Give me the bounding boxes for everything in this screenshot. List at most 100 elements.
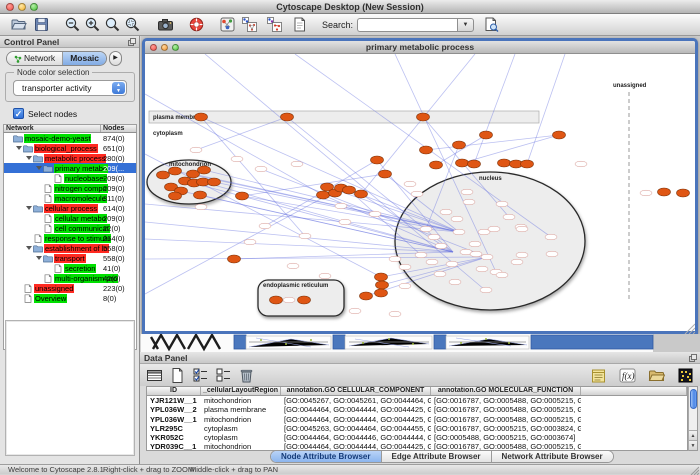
network-node[interactable] bbox=[157, 171, 170, 179]
network-node-label[interactable] bbox=[339, 219, 351, 225]
table-row[interactable]: YPL036W__1mitochondrion[GO:0044464, GO:0… bbox=[147, 415, 687, 424]
import-table-icon[interactable] bbox=[648, 367, 665, 384]
network-node[interactable] bbox=[169, 192, 182, 200]
tree-column-network[interactable]: Network bbox=[4, 125, 101, 132]
table-row[interactable]: YKR052Ccytoplasm[GO:0044464, GO:0044446,… bbox=[147, 433, 687, 442]
network-node-label[interactable] bbox=[488, 226, 500, 232]
network-node-label[interactable] bbox=[399, 264, 411, 270]
network-node[interactable] bbox=[456, 159, 469, 167]
network-node[interactable] bbox=[420, 146, 433, 154]
tab-network[interactable]: Network bbox=[7, 52, 62, 65]
network-node-label[interactable] bbox=[287, 263, 299, 269]
network-node-label[interactable] bbox=[435, 243, 447, 249]
network-node-label[interactable] bbox=[546, 251, 558, 257]
network-node[interactable] bbox=[375, 273, 388, 281]
select-nodes-checkbox[interactable]: ✓ bbox=[13, 108, 24, 119]
zoom-out-icon[interactable] bbox=[64, 16, 81, 33]
background-network-windows[interactable] bbox=[141, 334, 700, 352]
function-builder-icon[interactable]: f(x) bbox=[619, 367, 636, 384]
help-lifering-icon[interactable] bbox=[188, 16, 205, 33]
network-node[interactable] bbox=[480, 131, 493, 139]
network-canvas[interactable]: plasma membranecytoplasmmitochondrionnuc… bbox=[145, 54, 695, 334]
snapshot-camera-icon[interactable] bbox=[157, 16, 174, 33]
scroll-up-icon[interactable]: ▲ bbox=[689, 430, 697, 440]
tree-row[interactable]: cell communicat22(0) bbox=[4, 223, 136, 233]
network-node[interactable] bbox=[658, 188, 671, 196]
network-node[interactable] bbox=[468, 160, 481, 168]
node-color-dropdown[interactable]: transporter activity ▲▼ bbox=[13, 80, 127, 96]
tab-mosaic[interactable]: Mosaic bbox=[62, 52, 106, 65]
tree-row[interactable]: biological_process651(0) bbox=[4, 143, 136, 153]
table-row[interactable]: YPL036W__2plasma membrane[GO:0044464, GO… bbox=[147, 405, 687, 414]
network-node[interactable] bbox=[169, 167, 182, 175]
network-node[interactable] bbox=[270, 296, 283, 304]
network-node[interactable] bbox=[195, 113, 208, 121]
network-node[interactable] bbox=[360, 292, 373, 300]
network-node[interactable] bbox=[677, 189, 690, 197]
network-node-label[interactable] bbox=[470, 251, 482, 257]
tree-row[interactable]: Overview8(0) bbox=[4, 293, 136, 303]
network-node-label[interactable] bbox=[496, 272, 508, 278]
network-node[interactable] bbox=[417, 113, 430, 121]
table-column-header[interactable]: annotation.GO MOLECULAR_FUNCTION bbox=[431, 387, 581, 395]
zoom-selected-icon[interactable] bbox=[124, 16, 141, 33]
network-node-label[interactable] bbox=[640, 190, 652, 196]
tree-row[interactable]: macromolecule311(0) bbox=[4, 193, 136, 203]
network-view-window[interactable]: primary metabolic process plasma membran… bbox=[142, 38, 698, 334]
edge-attribute-icon[interactable] bbox=[266, 16, 283, 33]
disclosure-triangle-icon[interactable] bbox=[26, 206, 32, 210]
disclosure-triangle-icon[interactable] bbox=[26, 156, 32, 160]
network-node-label[interactable] bbox=[434, 271, 446, 277]
network-node-label[interactable] bbox=[451, 216, 463, 222]
network-node-label[interactable] bbox=[426, 259, 438, 265]
tree-row[interactable]: response to stimulu264(0) bbox=[4, 233, 136, 243]
tree-row[interactable]: transport558(0) bbox=[4, 253, 136, 263]
matrix-icon[interactable] bbox=[677, 367, 694, 384]
tree-row[interactable]: metabolic process280(0) bbox=[4, 153, 136, 163]
network-node-label[interactable] bbox=[291, 161, 303, 167]
network-node-label[interactable] bbox=[453, 229, 465, 235]
network-node[interactable] bbox=[198, 166, 211, 174]
network-node-label[interactable] bbox=[480, 287, 492, 293]
attribute-select-icon[interactable] bbox=[146, 367, 163, 384]
network-node-label[interactable] bbox=[481, 254, 493, 260]
network-node-label[interactable] bbox=[463, 199, 475, 205]
network-node-label[interactable] bbox=[404, 181, 416, 187]
network-node-label[interactable] bbox=[244, 239, 256, 245]
network-node-label[interactable] bbox=[389, 256, 401, 262]
scrollbar-thumb[interactable] bbox=[690, 389, 697, 409]
select-all-attributes-icon[interactable] bbox=[192, 367, 209, 384]
network-node-label[interactable] bbox=[503, 214, 515, 220]
enhanced-search-icon[interactable] bbox=[483, 16, 500, 33]
network-node-label[interactable] bbox=[415, 252, 427, 258]
search-input[interactable] bbox=[357, 18, 457, 32]
network-node[interactable] bbox=[236, 192, 249, 200]
tab-node-attribute-browser[interactable]: Node Attribute Browser bbox=[271, 451, 381, 462]
tree-row[interactable]: mosaic-demo-yeast874(0) bbox=[4, 133, 136, 143]
network-node[interactable] bbox=[281, 113, 294, 121]
network-node-label[interactable] bbox=[476, 266, 488, 272]
save-session-icon[interactable] bbox=[33, 16, 50, 33]
window-titlebar[interactable]: Cytoscape Desktop (New Session) bbox=[0, 0, 700, 14]
table-column-header[interactable]: annotation.GO CELLULAR_COMPONENT bbox=[281, 387, 431, 395]
vizmapper-icon[interactable] bbox=[219, 16, 236, 33]
disclosure-triangle-icon[interactable] bbox=[26, 246, 32, 250]
tree-row[interactable]: cellular metabo209(0) bbox=[4, 213, 136, 223]
network-window-titlebar[interactable]: primary metabolic process bbox=[145, 41, 695, 54]
network-node-label[interactable] bbox=[259, 223, 271, 229]
network-node[interactable] bbox=[298, 296, 311, 304]
network-node-label[interactable] bbox=[449, 279, 461, 285]
network-node[interactable] bbox=[553, 131, 566, 139]
tree-row[interactable]: primary metabo209(... bbox=[4, 163, 136, 173]
tree-row[interactable]: nitrogen compo209(0) bbox=[4, 183, 136, 193]
node-attribute-icon[interactable] bbox=[241, 16, 258, 33]
open-file-icon[interactable] bbox=[10, 16, 27, 33]
network-node[interactable] bbox=[194, 191, 207, 199]
network-node[interactable] bbox=[375, 289, 388, 297]
attribute-delete-icon[interactable] bbox=[238, 367, 255, 384]
network-node-label[interactable] bbox=[190, 147, 202, 153]
network-node[interactable] bbox=[208, 178, 221, 186]
tree-row[interactable]: establishment of lo558(0) bbox=[4, 243, 136, 253]
float-data-panel-icon[interactable] bbox=[689, 354, 697, 362]
network-node-label[interactable] bbox=[335, 203, 347, 209]
